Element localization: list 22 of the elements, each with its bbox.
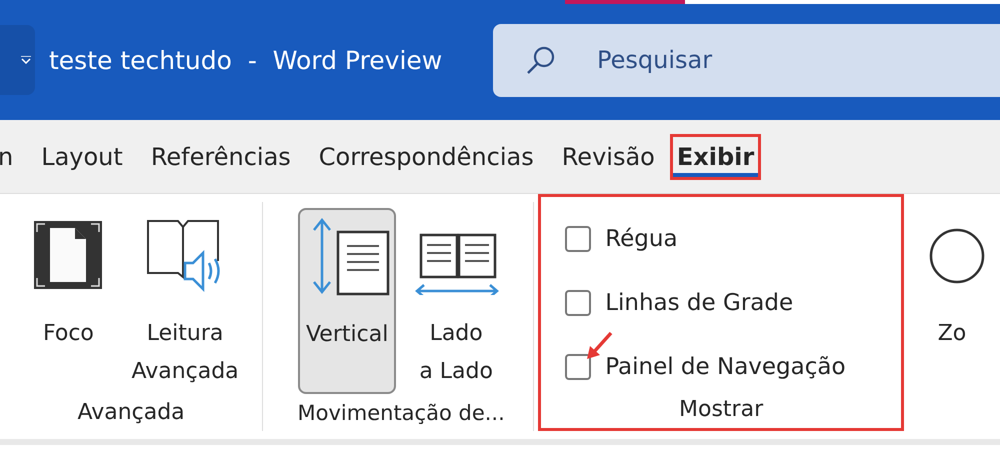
checkbox-label: Painel de Navegação <box>605 354 846 380</box>
ribbon-tab[interactable]: Referências <box>140 136 301 176</box>
ribbon-tab[interactable]: Revisão <box>552 136 665 176</box>
ribbon-tab[interactable]: Correspondências <box>308 136 544 176</box>
checkbox[interactable] <box>565 290 592 316</box>
ribbon-command[interactable]: Vertical <box>298 208 396 394</box>
group-label: Movimentação de... <box>298 401 505 427</box>
caret-icon <box>21 56 31 64</box>
checkbox-label: Régua <box>605 226 678 252</box>
ribbon-tab[interactable]: n <box>0 136 24 176</box>
window-title: teste techtudo - Word Preview <box>49 46 444 74</box>
ribbon-command[interactable]: Foco <box>20 208 116 360</box>
checkbox-label: Linhas de Grade <box>605 290 794 316</box>
group-label: Mostrar <box>679 397 764 424</box>
search-field[interactable]: Pesquisar <box>493 24 1000 96</box>
ribbon-command[interactable]: Leitura Avançada <box>128 208 242 398</box>
checkbox[interactable] <box>565 354 592 380</box>
ribbon-tab[interactable]: Layout <box>31 136 133 176</box>
ribbon-command[interactable]: Lado a Lado <box>408 208 504 398</box>
ribbon-command[interactable]: Zo <box>904 208 1000 360</box>
group-label: Avançada <box>77 400 185 427</box>
checkbox[interactable] <box>565 226 592 252</box>
